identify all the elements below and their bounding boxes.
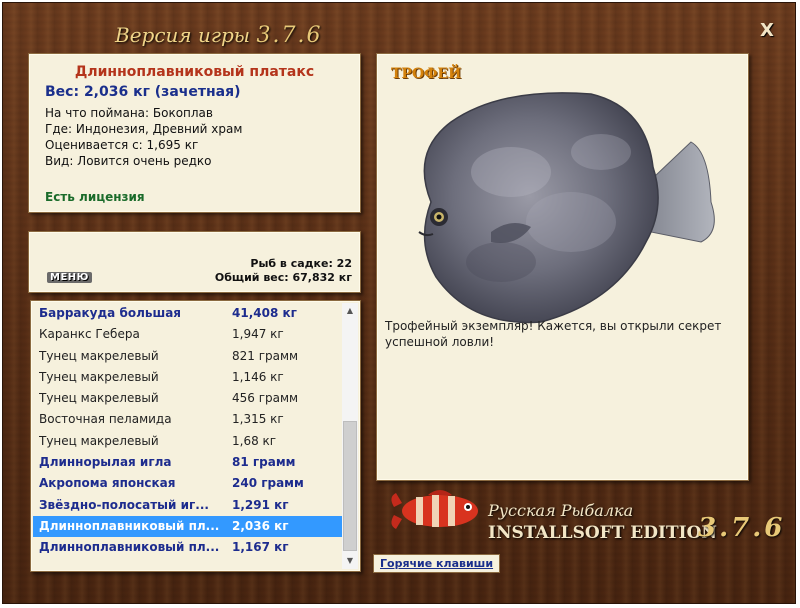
fish-list-name: Тунец макрелевый [39,348,159,363]
brand-logo: Русская Рыбалка INSTALLSOFT EDITION 3.7.… [388,485,788,555]
fish-list-weight: 81 грамм [232,455,296,470]
trophy-message: Трофейный экземпляр! Кажется, вы открыли… [385,319,722,349]
fish-list-weight: 1,167 кг [232,540,289,555]
fish-list-row[interactable]: Тунец макрелевый 1,146 кг [33,367,344,388]
catch-rarity: Вид: Ловится очень редко [45,154,212,168]
scroll-down-arrow-icon[interactable]: ▼ [342,553,358,569]
fish-list-name: Длиннорылая игла [39,455,172,470]
brand-version: 3.7.6 [698,513,786,543]
fish-list-name: Тунец макрелевый [39,369,159,384]
trophy-panel: ТРОФЕЙ Трофейный экземпляр! Кажется, вы … [376,53,749,481]
fish-list-row[interactable]: Длиннорылая игла 81 грамм [33,452,344,473]
fish-list-row[interactable]: Акропома японская 240 грамм [33,473,344,494]
fish-list-weight: 821 грамм [232,348,299,363]
fish-list-row[interactable]: Каранкс Гебера 1,947 кг [33,324,344,345]
fish-list-scrollbar[interactable]: ▲ ▼ [342,303,358,569]
fish-list-name: Тунец макрелевый [39,391,159,406]
close-button[interactable]: X [757,21,777,41]
catch-location: Где: Индонезия, Древний храм [45,122,243,136]
fish-list-row[interactable]: Тунец макрелевый 456 грамм [33,388,344,409]
fish-list-row[interactable]: Тунец макрелевый 821 грамм [33,346,344,367]
fish-list-row[interactable]: Восточная пеламида 1,315 кг [33,409,344,430]
fish-list-weight: 1,315 кг [232,412,284,427]
scroll-up-arrow-icon[interactable]: ▲ [342,303,358,319]
fish-list-name: Длинноплавниковый пл... [39,518,220,533]
license-status: Есть лицензия [45,190,145,204]
fish-list: Барракуда большая 41,408 кг Каранкс Гебера… [33,303,344,559]
catch-bait: На что поймана: Бокоплав [45,106,213,120]
game-window: Версия игры 3.7.6 X Длинноплавниковый пл… [2,2,796,604]
fish-list-weight: 41,408 кг [232,306,297,320]
catch-weight: Вес: 2,036 кг (зачетная) [45,84,241,100]
fish-list-weight: 1,291 кг [232,497,289,512]
fish-list-weight: 1,68 кг [232,433,277,448]
platax-fish-image [418,92,715,324]
trophy-label: ТРОФЕЙ [391,66,462,82]
cage-summary-panel: МЕНЮ Рыб в садке: 22 Общий вес: 67,832 к… [28,231,361,293]
fish-list-name: Длинноплавниковый пл... [39,540,220,555]
fish-list-row[interactable]: Длинноплавниковый пл... 2,036 кг [33,515,344,538]
fish-list-row[interactable]: Тунец макрелевый 1,68 кг [33,431,344,452]
brand-edition: INSTALLSOFT EDITION [488,523,717,543]
fish-list-name: Барракуда большая [39,306,182,320]
cage-total-weight: Общий вес: 67,832 кг [214,271,352,284]
fish-list-weight: 1,947 кг [232,327,284,342]
fish-list-name: Тунец макрелевый [39,433,159,448]
fish-list-weight: 456 грамм [232,391,299,406]
scroll-thumb[interactable] [343,421,357,551]
fish-list-name: Акропома японская [39,476,176,491]
window-title: Версия игры 3.7.6 [115,23,322,48]
brand-name: Русская Рыбалка [488,501,634,520]
catch-fish-name: Длинноплавниковый платакс [74,64,315,80]
fish-list-row[interactable]: Звёздно-полосатый иг... 1,291 кг [33,495,344,516]
catch-valued-from: Оценивается с: 1,695 кг [45,138,199,152]
title-prefix: Версия игры [115,23,251,47]
hotkeys-link[interactable]: Горячие клавиши [373,554,501,573]
fish-list-name: Каранкс Гебера [39,327,140,342]
fish-list-weight: 240 грамм [232,476,304,491]
catch-info-panel: Длинноплавниковый платакс Вес: 2,036 кг … [28,53,361,213]
red-fish-logo-icon [391,490,478,529]
fish-list-name: Звёздно-полосатый иг... [39,497,209,512]
menu-button[interactable]: МЕНЮ [47,272,92,283]
fish-list-name: Восточная пеламида [39,412,172,427]
fish-list-panel: Барракуда большая 41,408 кг Каранкс Гебера… [30,300,361,572]
fish-list-weight: 2,036 кг [232,518,289,533]
title-version: 3.7.6 [256,23,323,48]
cage-fish-count: Рыб в садке: 22 [250,257,352,270]
fish-list-row[interactable]: Длинноплавниковый пл... 1,167 кг [33,537,344,558]
fish-list-row[interactable]: Барракуда большая 41,408 кг [33,303,344,324]
fish-list-weight: 1,146 кг [232,369,284,384]
